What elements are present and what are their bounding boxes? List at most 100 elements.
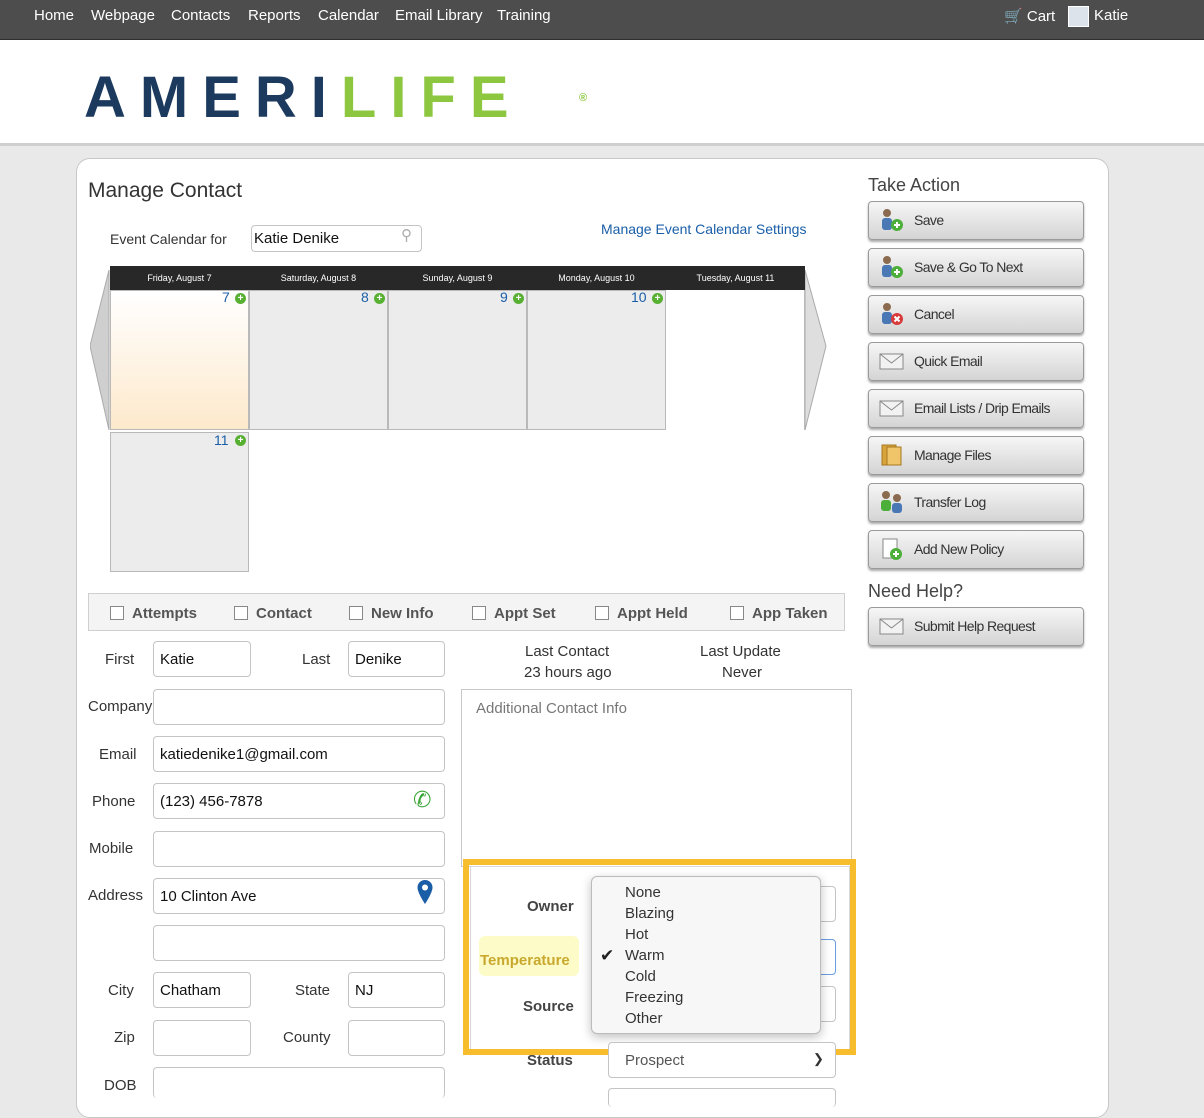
map-pin-icon[interactable] (416, 879, 434, 905)
address-input[interactable]: 10 Clinton Ave (153, 878, 445, 914)
first-name-label: First (105, 651, 135, 668)
temperature-option-none[interactable]: None (625, 884, 661, 901)
nav-contacts[interactable]: Contacts (171, 7, 230, 24)
state-label: State (295, 982, 331, 999)
nav-email-library[interactable]: Email Library (395, 7, 483, 24)
manage-files-button[interactable]: Manage Files (868, 436, 1084, 475)
logo-ameri-text: AMERI (84, 65, 341, 130)
mobile-input[interactable] (153, 831, 445, 867)
temperature-option-other[interactable]: Other (625, 1010, 663, 1027)
additional-info-placeholder: Additional Contact Info (476, 700, 627, 717)
status-select[interactable]: Prospect ❯ (608, 1042, 836, 1078)
day-header-fri: Friday, August 7 (110, 266, 249, 290)
user-add-icon (879, 208, 904, 232)
day-cell-sun[interactable] (388, 290, 527, 430)
nav-webpage[interactable]: Webpage (91, 7, 155, 24)
city-input[interactable]: Chatham (153, 972, 251, 1008)
add-event-icon[interactable]: + (235, 435, 246, 446)
day-cell-mon[interactable] (527, 290, 666, 430)
status-label: Status (527, 1052, 573, 1069)
search-icon[interactable]: ⚲ (401, 226, 412, 244)
checkbox-appt-held[interactable]: Appt Held (595, 605, 688, 622)
calendar-next-arrow[interactable] (805, 270, 827, 430)
temperature-option-blazing[interactable]: Blazing (625, 905, 674, 922)
day-cell-next[interactable] (110, 432, 249, 572)
submit-help-label: Submit Help Request (914, 618, 1035, 634)
day-number: 7 (222, 289, 230, 305)
zip-label: Zip (114, 1029, 135, 1046)
event-calendar-for-label: Event Calendar for (110, 231, 227, 247)
user-add-icon (879, 255, 904, 279)
last-name-input[interactable]: Denike (348, 641, 445, 677)
cart-link[interactable]: 🛒 Cart (1004, 7, 1055, 25)
last-contact-label: Last Contact (525, 643, 610, 660)
add-event-icon[interactable]: + (374, 293, 385, 304)
nav-reports[interactable]: Reports (248, 7, 301, 24)
day-number: 9 (500, 289, 508, 305)
checkbox-contact[interactable]: Contact (234, 605, 312, 622)
checkbox-app-taken[interactable]: App Taken (730, 605, 828, 622)
phone-input[interactable]: (123) 456-7878 (153, 783, 445, 819)
dob-input[interactable] (153, 1067, 445, 1098)
last-update-label: Last Update (700, 643, 781, 660)
transfer-log-label: Transfer Log (914, 494, 986, 510)
submit-help-request-button[interactable]: Submit Help Request (868, 607, 1084, 646)
checkbox-attempts[interactable]: Attempts (110, 605, 197, 622)
transfer-log-button[interactable]: Transfer Log (868, 483, 1084, 522)
top-navigation-bar: Home Webpage Contacts Reports Calendar E… (0, 0, 1204, 40)
day-header-mon: Monday, August 10 (527, 266, 666, 290)
cancel-button[interactable]: Cancel (868, 295, 1084, 334)
call-phone-icon[interactable]: ✆ (413, 787, 431, 813)
save-button[interactable]: Save (868, 201, 1084, 240)
save-and-next-label: Save & Go To Next (914, 259, 1023, 275)
checkbox-appt-set[interactable]: Appt Set (472, 605, 556, 622)
day-header-sat: Saturday, August 8 (249, 266, 388, 290)
cancel-label: Cancel (914, 306, 955, 322)
temperature-option-warm[interactable]: Warm (625, 947, 664, 964)
address-line2-input[interactable] (153, 925, 445, 961)
add-event-icon[interactable]: + (652, 293, 663, 304)
day-cell-sat[interactable] (249, 290, 388, 430)
nav-home[interactable]: Home (34, 7, 74, 24)
dob-label: DOB (104, 1077, 137, 1094)
add-new-policy-button[interactable]: Add New Policy (868, 530, 1084, 569)
email-lists-label: Email Lists / Drip Emails (914, 400, 1051, 416)
day-cell-tue[interactable] (666, 290, 805, 430)
page-title: Manage Contact (88, 179, 243, 202)
registered-mark: ® (579, 92, 588, 104)
add-event-icon[interactable]: + (235, 293, 246, 304)
save-and-next-button[interactable]: Save & Go To Next (868, 248, 1084, 287)
add-event-icon[interactable]: + (513, 293, 524, 304)
email-input[interactable]: katiedenike1@gmail.com (153, 736, 445, 772)
checkbox-new-info[interactable]: New Info (349, 605, 434, 622)
mobile-label: Mobile (89, 840, 134, 857)
envelope-icon (879, 349, 904, 373)
county-input[interactable] (348, 1020, 445, 1056)
amerilife-logo[interactable]: AMERILIFE ® (84, 65, 587, 130)
additional-contact-info-textarea[interactable]: Additional Contact Info (461, 689, 852, 867)
state-input[interactable]: NJ (348, 972, 445, 1008)
zip-input[interactable] (153, 1020, 251, 1056)
nav-calendar[interactable]: Calendar (318, 7, 379, 24)
email-lists-button[interactable]: Email Lists / Drip Emails (868, 389, 1084, 428)
calendar-prev-arrow[interactable] (90, 270, 110, 430)
temperature-option-hot[interactable]: Hot (625, 926, 648, 943)
envelope-icon (879, 396, 904, 420)
site-header: AMERILIFE ® (0, 40, 1204, 146)
user-menu[interactable]: Katie (1094, 7, 1128, 24)
phone-label: Phone (92, 793, 136, 810)
company-input[interactable] (153, 689, 445, 725)
manage-calendar-settings-link[interactable]: Manage Event Calendar Settings (601, 221, 806, 237)
checkmark-icon: ✔ (600, 946, 615, 965)
calendar-contact-input[interactable]: Katie Denike (251, 225, 422, 252)
manage-files-label: Manage Files (914, 447, 991, 463)
add-document-icon (879, 537, 904, 561)
temperature-option-freezing[interactable]: Freezing (625, 989, 683, 1006)
temperature-option-cold[interactable]: Cold (625, 968, 656, 985)
nav-training[interactable]: Training (497, 7, 551, 24)
email-label: Email (99, 746, 137, 763)
first-name-input[interactable]: Katie (153, 641, 251, 677)
avatar[interactable] (1068, 6, 1089, 27)
quick-email-button[interactable]: Quick Email (868, 342, 1084, 381)
day-cell-fri[interactable] (110, 290, 249, 430)
